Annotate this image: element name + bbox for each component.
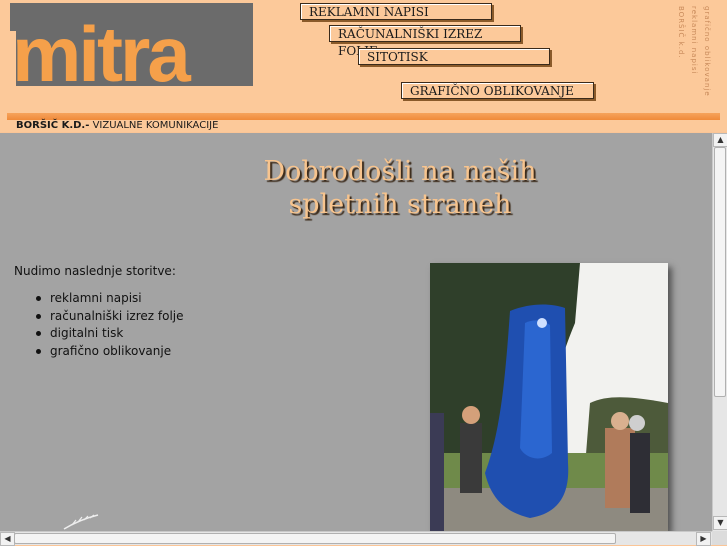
services-list: reklamni napisi računalniški izrez folje… bbox=[36, 291, 184, 361]
list-item: reklamni napisi bbox=[36, 291, 184, 309]
vertical-text-3: grafično oblikovanje bbox=[703, 6, 711, 97]
company-tagline: VIZUALNE KOMUNIKACIJE bbox=[92, 120, 219, 131]
mitra-logo: mitra bbox=[10, 3, 253, 86]
horizontal-scroll-thumb[interactable] bbox=[14, 533, 616, 544]
nav-racunalniski-izrez-folje[interactable]: RAČUNALNIŠKI IZREZ FOLJE bbox=[329, 25, 521, 58]
page-header: mitra REKLAMNI NAPISI RAČUNALNIŠKI IZREZ… bbox=[0, 0, 727, 132]
list-item: digitalni tisk bbox=[36, 326, 184, 344]
welcome-heading: Dobrodošli na naših spletnih straneh bbox=[240, 155, 560, 221]
logo-text: mitra bbox=[12, 10, 191, 86]
scroll-right-icon[interactable]: ▶ bbox=[696, 532, 711, 546]
decorative-branch-icon bbox=[63, 514, 99, 530]
nav-reklamni-napisi[interactable]: REKLAMNI NAPISI bbox=[300, 3, 492, 20]
vertical-text-1: BORŠIČ k.d. bbox=[677, 6, 685, 59]
nav-label: SITOTISK bbox=[367, 50, 428, 64]
welcome-line-2: spletnih straneh bbox=[288, 189, 512, 220]
monument-unveiling-photo bbox=[430, 263, 668, 531]
nav-label: GRAFIČNO OBLIKOVANJE bbox=[410, 84, 574, 98]
scrollbar-corner bbox=[712, 531, 727, 545]
vertical-scroll-thumb[interactable] bbox=[714, 147, 726, 397]
scroll-up-icon[interactable]: ▲ bbox=[713, 133, 727, 147]
main-content: Dobrodošli na naših spletnih straneh Nud… bbox=[0, 133, 712, 531]
company-line: BORŠIČ K.D.- VIZUALNE KOMUNIKACIJE bbox=[16, 120, 218, 131]
vertical-scrollbar[interactable]: ▲ ▼ bbox=[712, 133, 727, 531]
list-item: grafično oblikovanje bbox=[36, 344, 184, 362]
list-item: računalniški izrez folje bbox=[36, 309, 184, 327]
scroll-down-icon[interactable]: ▼ bbox=[713, 516, 727, 530]
vertical-text-2: reklamni napisi bbox=[690, 6, 698, 75]
header-divider bbox=[7, 113, 720, 120]
nav-sitotisk[interactable]: SITOTISK bbox=[358, 48, 550, 65]
nav-graficno-oblikovanje[interactable]: GRAFIČNO OBLIKOVANJE bbox=[401, 82, 594, 99]
scroll-left-icon[interactable]: ◀ bbox=[0, 532, 15, 546]
horizontal-scrollbar[interactable]: ◀ ▶ bbox=[0, 531, 712, 546]
company-name: BORŠIČ K.D.- bbox=[16, 120, 90, 131]
services-intro: Nudimo naslednje storitve: bbox=[14, 264, 176, 278]
nav-label: REKLAMNI NAPISI bbox=[309, 5, 429, 19]
welcome-line-1: Dobrodošli na naših bbox=[263, 156, 537, 187]
